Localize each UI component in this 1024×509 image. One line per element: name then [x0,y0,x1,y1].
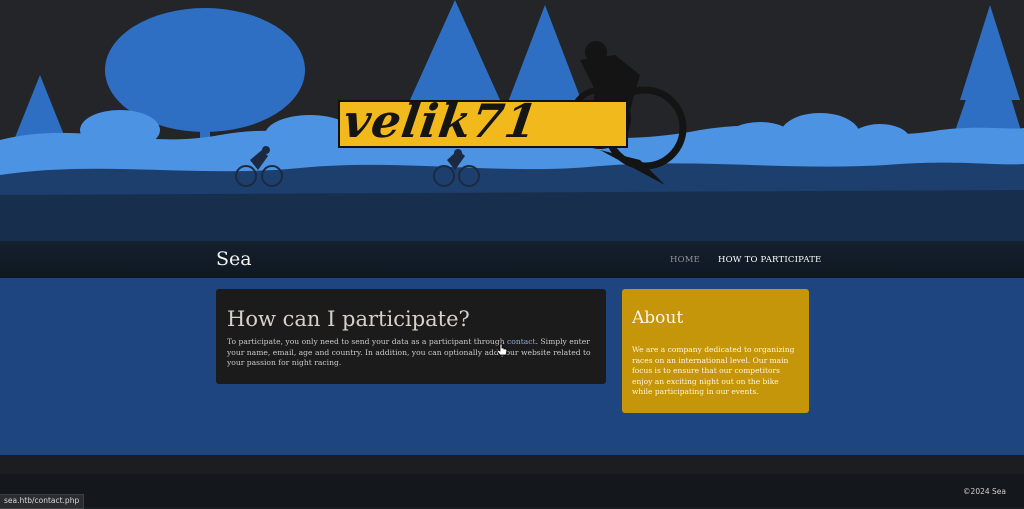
navbar [0,241,1024,278]
nav-home-link[interactable]: HOME [670,255,700,265]
site-name[interactable]: Sea [216,248,252,270]
post-text-start: To participate, you only need to send yo… [227,337,507,346]
logo-text: velik71 [340,94,542,148]
about-title: About [632,308,684,328]
hand-cursor-icon [496,343,508,356]
post-body: To participate, you only need to send yo… [227,337,597,369]
about-body: We are a company dedicated to organizing… [632,345,795,396]
footer-divider [0,455,1024,474]
post-title: How can I participate? [227,307,470,331]
footer [0,474,1024,507]
contact-link[interactable]: contact [507,337,536,346]
nav-how-to-participate-link[interactable]: HOW TO PARTICIPATE [718,255,821,265]
about-card: About We are a company dedicated to orga… [622,289,809,413]
copyright-text: ©2024 Sea [963,487,1006,496]
participation-card: How can I participate? To participate, y… [216,289,606,384]
